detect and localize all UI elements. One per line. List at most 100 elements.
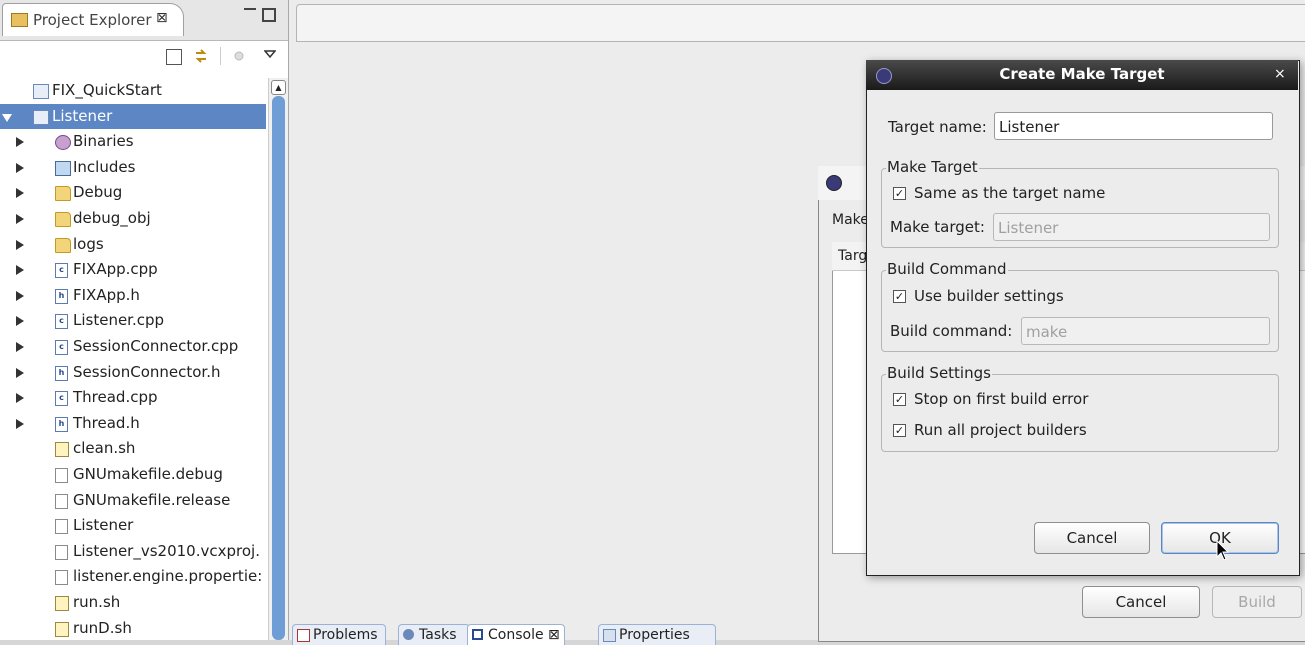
project-icon xyxy=(33,84,49,99)
maximize-icon[interactable] xyxy=(262,8,276,22)
tree-item[interactable]: c Listener.cpp xyxy=(0,308,266,333)
collapsed-twisty-icon[interactable] xyxy=(16,188,24,198)
tab-tasks[interactable]: Tasks xyxy=(398,624,470,645)
stop-on-error-checkbox[interactable]: ✓ xyxy=(893,393,906,406)
tree-item[interactable]: Debug xyxy=(0,180,266,205)
tab-properties-label: Properties xyxy=(619,627,690,643)
table-header-target: Targ xyxy=(838,248,868,264)
tree-item-label: Listener xyxy=(52,107,113,125)
tree-item[interactable]: c SessionConnector.cpp xyxy=(0,334,266,359)
collapsed-twisty-icon[interactable] xyxy=(16,368,24,378)
scroll-up-icon[interactable]: ▲ xyxy=(271,80,286,95)
collapsed-twisty-icon[interactable] xyxy=(16,214,24,224)
project-explorer-tab[interactable]: Project Explorer ⊠ xyxy=(2,3,184,36)
tree-item[interactable]: clean.sh xyxy=(0,436,266,461)
collapsed-twisty-icon[interactable] xyxy=(16,137,24,147)
collapsed-twisty-icon[interactable] xyxy=(16,240,24,250)
view-menu-icon[interactable] xyxy=(263,47,278,61)
collapsed-twisty-icon[interactable] xyxy=(16,316,24,326)
tree-item[interactable]: runD.sh xyxy=(0,616,266,641)
problems-icon xyxy=(297,629,310,642)
editor-tabbar xyxy=(296,4,1305,42)
collapse-all-icon[interactable] xyxy=(166,49,182,65)
tree-item[interactable]: h SessionConnector.h xyxy=(0,360,266,385)
tree-item-label: clean.sh xyxy=(73,439,136,457)
tree-item[interactable]: GNUmakefile.debug xyxy=(0,462,266,487)
tree-item[interactable]: FIX_QuickStart xyxy=(0,78,266,103)
tab-close-icon[interactable]: ⊠ xyxy=(156,10,168,26)
collapsed-twisty-icon[interactable] xyxy=(16,265,24,275)
run-all-builders-checkbox[interactable]: ✓ xyxy=(893,424,906,437)
build-command-label: Build command: xyxy=(890,322,1013,340)
bottom-view-tabs: Problems Tasks Console ⊠ Properties xyxy=(292,622,722,645)
toolbar-separator xyxy=(220,47,221,65)
tree-item[interactable]: run.sh xyxy=(0,590,266,615)
script-file-icon xyxy=(55,596,69,611)
tree-item-label: debug_obj xyxy=(73,209,151,227)
tree-item[interactable]: GNUmakefile.release xyxy=(0,488,266,513)
properties-icon xyxy=(603,629,616,642)
collapsed-twisty-icon[interactable] xyxy=(16,163,24,173)
tree-item[interactable]: listener.engine.propertie: xyxy=(0,564,266,589)
tree-item-label: GNUmakefile.debug xyxy=(73,465,223,483)
collapsed-twisty-icon[interactable] xyxy=(16,393,24,403)
console-icon xyxy=(472,629,483,640)
tree-item[interactable]: Includes xyxy=(0,155,266,180)
header-file-icon: h xyxy=(55,417,68,432)
same-as-target-label: Same as the target name xyxy=(914,184,1106,202)
make-target-input[interactable]: Listener xyxy=(993,213,1270,241)
close-icon[interactable]: × xyxy=(1274,66,1286,82)
cancel-button[interactable]: Cancel xyxy=(1034,522,1150,554)
tree-item-label: runD.sh xyxy=(73,619,132,637)
tree-item[interactable]: c Thread.cpp xyxy=(0,385,266,410)
tree-item[interactable]: c FIXApp.cpp xyxy=(0,257,266,282)
tree-item[interactable]: Binaries xyxy=(0,129,266,154)
tree-item-label: FIXApp.h xyxy=(73,286,140,304)
tree-item[interactable]: h Thread.h xyxy=(0,411,266,436)
minimize-icon[interactable] xyxy=(244,8,256,14)
script-file-icon xyxy=(55,442,69,457)
tree-item-label: run.sh xyxy=(73,593,121,611)
use-builder-checkbox[interactable]: ✓ xyxy=(893,290,906,303)
tree-item[interactable]: logs xyxy=(0,232,266,257)
header-file-icon: h xyxy=(55,289,68,304)
tree-item-label: Thread.cpp xyxy=(73,388,158,406)
tree-item[interactable]: debug_obj xyxy=(0,206,266,231)
collapsed-twisty-icon[interactable] xyxy=(16,342,24,352)
build-settings-group xyxy=(881,374,1279,452)
tab-console[interactable]: Console ⊠ xyxy=(467,624,565,645)
tab-properties[interactable]: Properties xyxy=(598,624,716,645)
tree-item-label: SessionConnector.cpp xyxy=(73,337,239,355)
tree-item[interactable]: Listener xyxy=(0,513,266,538)
tree-item[interactable]: h FIXApp.h xyxy=(0,283,266,308)
eclipse-icon xyxy=(826,175,842,191)
same-as-target-checkbox[interactable]: ✓ xyxy=(893,187,906,200)
cpp-file-icon: c xyxy=(55,314,68,329)
build-button[interactable]: Build xyxy=(1212,586,1302,618)
project-tree: FIX_QuickStart Listener Binaries Includes De… xyxy=(0,78,268,640)
back-cancel-button[interactable]: Cancel xyxy=(1082,586,1200,618)
tab-tasks-label: Tasks xyxy=(419,627,457,643)
tree-item[interactable]: Listener_vs2010.vcxproj. xyxy=(0,539,266,564)
build-command-input[interactable]: make xyxy=(1021,317,1270,345)
collapsed-twisty-icon[interactable] xyxy=(16,419,24,429)
project-icon xyxy=(33,110,49,125)
tree-item-label: Binaries xyxy=(73,132,134,150)
folder-icon xyxy=(55,186,71,201)
tree-item-label: Includes xyxy=(73,158,136,176)
run-all-builders-label: Run all project builders xyxy=(914,421,1087,439)
tab-console-label: Console ⊠ xyxy=(488,627,560,643)
make-targets-label: Make xyxy=(832,212,869,228)
tasks-icon xyxy=(403,629,414,640)
expanded-twisty-icon[interactable] xyxy=(2,114,12,122)
target-name-input[interactable]: Listener xyxy=(994,112,1273,140)
filter-icon[interactable] xyxy=(232,49,246,63)
project-explorer-icon xyxy=(11,13,28,27)
link-with-editor-icon[interactable] xyxy=(194,49,208,63)
collapsed-twisty-icon[interactable] xyxy=(16,291,24,301)
tree-item-label: SessionConnector.h xyxy=(73,363,221,381)
tree-scrollbar-thumb[interactable] xyxy=(272,96,285,640)
dialog-title: Create Make Target xyxy=(999,65,1165,83)
tree-item[interactable]: Listener xyxy=(0,104,266,129)
tab-problems[interactable]: Problems xyxy=(292,624,386,645)
